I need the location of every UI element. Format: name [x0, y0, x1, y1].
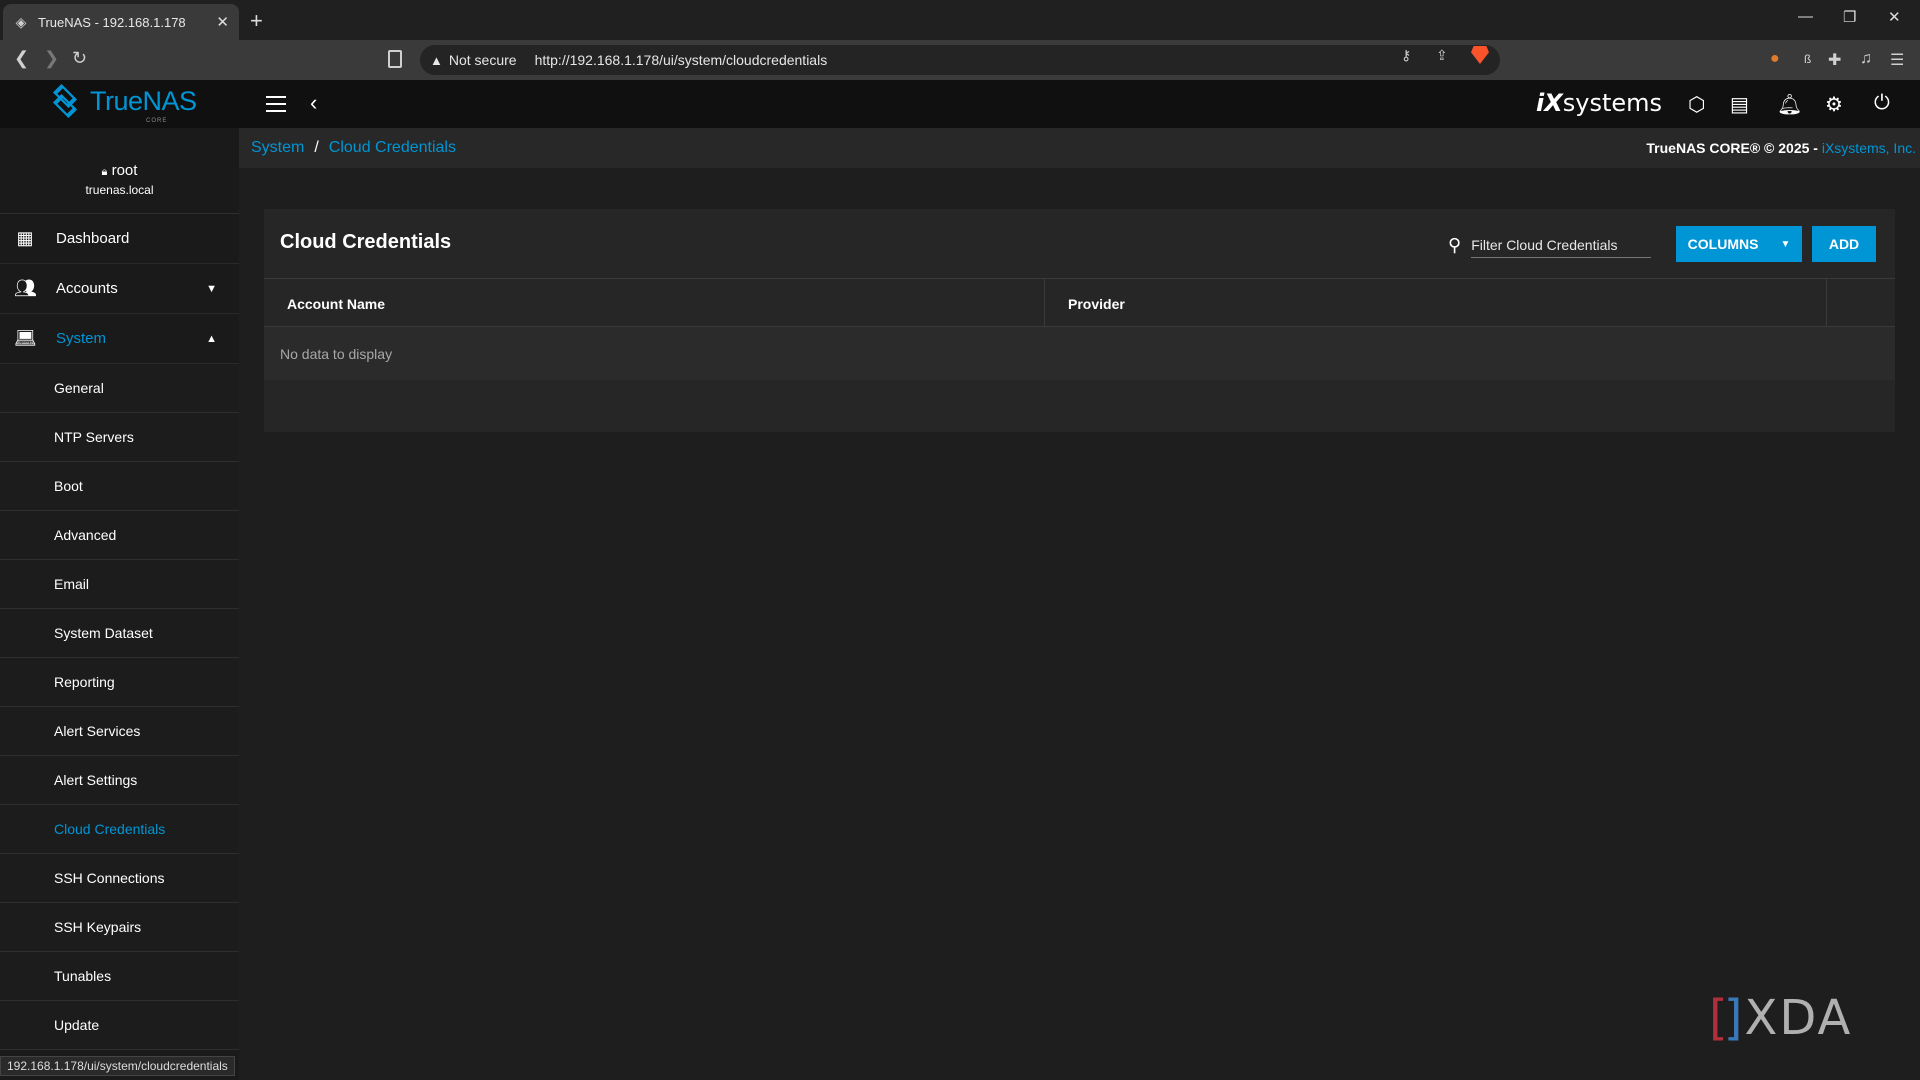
browser-tab[interactable]: ◈ TrueNAS - 192.168.1.178 ✕	[3, 4, 239, 40]
lock-icon: 🔒︎	[101, 166, 108, 178]
not-secure-label: Not secure	[448, 52, 517, 68]
truenas-logo[interactable]: TrueNAS CORE	[48, 83, 197, 124]
ixsystems-link[interactable]: iXsystems, Inc.	[1822, 140, 1916, 156]
truenas-favicon-icon: ◈	[15, 13, 27, 30]
sidebar-item-alert-services[interactable]: Alert Services	[0, 707, 239, 756]
xda-bracket-icon: ]	[1723, 990, 1745, 1046]
copyright: TrueNAS CORE® © 2025 - iXsystems, Inc.	[1646, 140, 1916, 156]
ixsystems-logo-text: systems	[1562, 89, 1663, 117]
sidebar-item-alert-settings[interactable]: Alert Settings	[0, 756, 239, 805]
column-header-account-name[interactable]: Account Name	[264, 279, 1045, 328]
breadcrumb: System / Cloud Credentials	[251, 139, 456, 157]
ixsystems-logo-prefix: iX	[1536, 89, 1563, 117]
columns-button[interactable]: COLUMNS ▼	[1676, 226, 1802, 262]
key-icon[interactable]: ⚷	[1401, 47, 1411, 64]
address-url[interactable]: http://192.168.1.178/ui/system/cloudcred…	[535, 52, 828, 68]
menu-icon[interactable]: ☰	[1890, 50, 1904, 70]
sidebar-item-reporting[interactable]: Reporting	[0, 658, 239, 707]
caret-down-icon: ▼	[1780, 238, 1791, 250]
notifications-icon[interactable]: 🔔︎	[1777, 92, 1802, 117]
breadcrumb-current[interactable]: Cloud Credentials	[329, 139, 456, 157]
user-info: 🔒︎ root truenas.local	[0, 128, 239, 214]
sidebar-item-label: Dashboard	[56, 230, 130, 247]
hostname: truenas.local	[85, 183, 154, 197]
tab-title: TrueNAS - 192.168.1.178	[38, 14, 186, 30]
sidebar-item-advanced[interactable]: Advanced	[0, 511, 239, 560]
reload-icon[interactable]: ↻	[72, 48, 87, 69]
sidebar: 🔒︎ root truenas.local ▦ Dashboard 👥︎ Acc…	[0, 128, 239, 1080]
xda-watermark: []XDA	[1709, 990, 1852, 1046]
minimize-icon[interactable]: —	[1798, 8, 1813, 25]
sidebar-item-update[interactable]: Update	[0, 1001, 239, 1050]
brand-name: TrueNAS	[90, 86, 197, 116]
extension-icon[interactable]: ●	[1770, 50, 1780, 68]
settings-icon[interactable]: ⚙	[1825, 92, 1843, 117]
sidenav-toggle-icon[interactable]	[266, 96, 286, 112]
laptop-icon: 💻︎	[14, 328, 37, 348]
app-toolbar: TrueNAS CORE ‹ iXsystems ⬡ ▤ 🔔︎ ⚙ ⏻	[0, 80, 1920, 128]
dashboard-icon: ▦	[16, 228, 34, 248]
status-bar-url: 192.168.1.178/ui/system/cloudcredentials	[0, 1056, 235, 1076]
sidebar-item-boot[interactable]: Boot	[0, 462, 239, 511]
extension-icon[interactable]: ß	[1804, 52, 1811, 66]
breadcrumb-bar: System / Cloud Credentials TrueNAS CORE®…	[239, 128, 1920, 168]
collapse-icon[interactable]: ‹	[310, 90, 317, 116]
ixsystems-logo[interactable]: iXsystems	[1536, 89, 1662, 117]
task-manager-icon[interactable]: ▤	[1730, 92, 1749, 117]
sidebar-item-accounts[interactable]: 👥︎ Accounts ▼	[0, 264, 239, 314]
empty-table-message: No data to display	[264, 327, 1895, 380]
sidebar-item-system-dataset[interactable]: System Dataset	[0, 609, 239, 658]
sidebar-item-general[interactable]: General	[0, 364, 239, 413]
address-bar[interactable]: ▲ Not secure http://192.168.1.178/ui/sys…	[420, 45, 1500, 75]
truecommand-icon[interactable]: ⬡	[1688, 92, 1705, 117]
people-icon: 👥︎	[14, 278, 37, 298]
xda-watermark-text: XDA	[1744, 990, 1853, 1046]
columns-label: COLUMNS	[1687, 236, 1759, 252]
sidebar-item-cloud-credentials[interactable]: Cloud Credentials	[0, 805, 239, 854]
tab-close-icon[interactable]: ✕	[216, 13, 229, 31]
username: root	[111, 162, 138, 179]
restore-icon[interactable]: ❐	[1843, 8, 1856, 26]
bookmark-icon[interactable]	[388, 50, 402, 68]
cloud-credentials-card: Cloud Credentials ⚲ COLUMNS ▼ ADD Accoun…	[264, 209, 1895, 432]
sidebar-item-label: System	[56, 330, 107, 347]
sidebar-item-ssh-keypairs[interactable]: SSH Keypairs	[0, 903, 239, 952]
breadcrumb-system[interactable]: System	[251, 139, 304, 157]
filter-input[interactable]	[1471, 232, 1652, 258]
sidebar-item-tunables[interactable]: Tunables	[0, 952, 239, 1001]
sidebar-item-dashboard[interactable]: ▦ Dashboard	[0, 214, 239, 264]
sidebar-item-system[interactable]: 💻︎ System ▲	[0, 314, 239, 364]
add-button[interactable]: ADD	[1812, 226, 1876, 262]
page-title: Cloud Credentials	[280, 231, 452, 253]
sidebar-item-email[interactable]: Email	[0, 560, 239, 609]
close-window-icon[interactable]: ✕	[1888, 8, 1901, 26]
new-tab-icon[interactable]: +	[250, 8, 263, 34]
caret-down-icon: ▼	[206, 282, 217, 295]
copyright-text: TrueNAS CORE® © 2025 -	[1646, 140, 1822, 156]
share-icon[interactable]: ⇪	[1436, 47, 1448, 64]
power-icon[interactable]: ⏻	[1874, 92, 1890, 115]
breadcrumb-separator: /	[314, 139, 319, 156]
media-icon[interactable]: ♫	[1860, 50, 1872, 68]
back-icon[interactable]: ❮	[14, 48, 29, 69]
table-header: Account Name Provider	[264, 278, 1895, 328]
brand-sub: CORE	[146, 118, 168, 124]
browser-tab-bar: ◈ TrueNAS - 192.168.1.178 ✕ + — ❐ ✕	[0, 0, 1920, 40]
filter-box: ⚲	[1448, 231, 1652, 259]
search-icon: ⚲	[1448, 234, 1462, 255]
browser-toolbar: ❮ ❯ ↻ ▲ Not secure http://192.168.1.178/…	[0, 40, 1920, 80]
sidebar-item-ssh-connections[interactable]: SSH Connections	[0, 854, 239, 903]
puzzle-icon[interactable]: ✚	[1828, 50, 1841, 70]
warning-icon: ▲	[430, 52, 443, 68]
column-header-provider[interactable]: Provider	[1045, 279, 1827, 328]
sidebar-item-ntp-servers[interactable]: NTP Servers	[0, 413, 239, 462]
forward-icon[interactable]: ❯	[44, 48, 59, 69]
sidebar-item-label: Accounts	[56, 280, 118, 297]
caret-up-icon: ▲	[206, 332, 217, 345]
truenas-logo-icon	[48, 83, 84, 118]
user-name: 🔒︎ root	[0, 162, 239, 179]
